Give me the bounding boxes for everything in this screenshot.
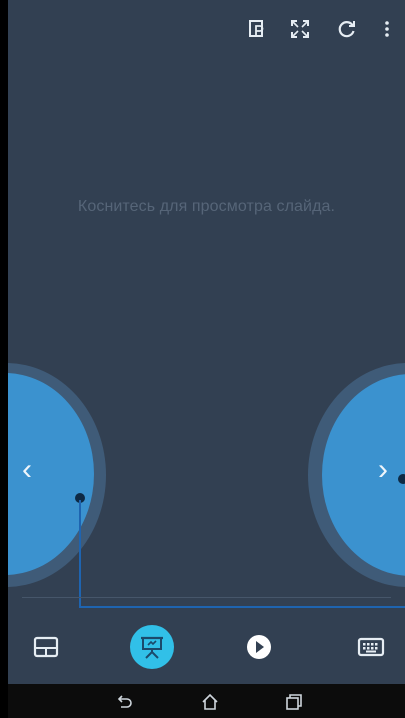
back-icon[interactable] xyxy=(115,692,135,712)
system-navigation-bar xyxy=(8,684,405,718)
swipe-anchor-dot xyxy=(398,474,405,484)
home-icon[interactable] xyxy=(200,692,220,712)
more-options-icon[interactable] xyxy=(376,18,398,40)
tab-presentation[interactable] xyxy=(130,625,174,669)
screen-edge xyxy=(0,0,8,718)
fullscreen-icon[interactable] xyxy=(289,18,311,40)
chevron-left-icon: ‹ xyxy=(22,453,32,486)
chevron-right-icon: › xyxy=(378,453,388,486)
presentation-view-icon[interactable] xyxy=(246,18,268,40)
tab-play[interactable] xyxy=(237,625,281,669)
refresh-icon[interactable] xyxy=(336,18,358,40)
layout-icon xyxy=(33,636,59,658)
recents-icon[interactable] xyxy=(284,692,304,712)
tap-to-view-slide-hint[interactable]: Коснитесь для просмотра слайда. xyxy=(8,198,405,216)
remote-control-screen[interactable]: Коснитесь для просмотра слайда. ‹ › xyxy=(8,0,405,684)
tab-layout[interactable] xyxy=(24,625,68,669)
tab-keyboard[interactable] xyxy=(349,625,393,669)
swipe-guide-line xyxy=(79,606,405,608)
divider xyxy=(22,597,391,598)
swipe-guide-line xyxy=(79,500,81,608)
top-toolbar xyxy=(8,18,405,46)
play-icon xyxy=(247,635,271,659)
keyboard-icon xyxy=(357,637,385,657)
presentation-icon xyxy=(141,636,163,659)
